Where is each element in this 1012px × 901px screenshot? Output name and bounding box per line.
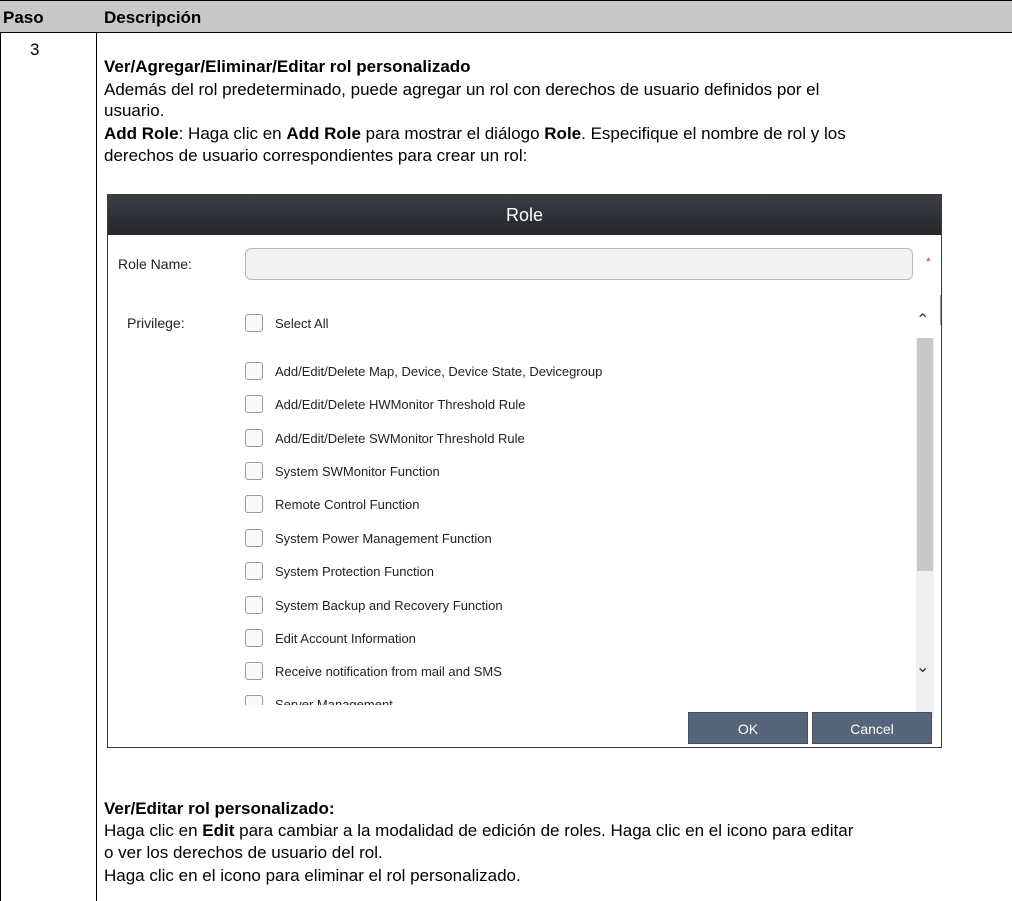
privilege-item[interactable]: Add/Edit/Delete SWMonitor Threshold Rule: [245, 428, 525, 448]
intro-line-1: Además del rol predeterminado, puede agr…: [104, 80, 820, 99]
privilege-item[interactable]: System Backup and Recovery Function: [245, 595, 503, 615]
role-name-label: Role Name:: [118, 256, 192, 272]
privilege-checkbox[interactable]: [245, 662, 263, 680]
privilege-item[interactable]: Add/Edit/Delete HWMonitor Threshold Rule: [245, 394, 526, 414]
chevron-up-icon[interactable]: ⌃: [916, 310, 929, 330]
privilege-item[interactable]: System Power Management Function: [245, 528, 492, 548]
table-column-divider: [96, 0, 97, 901]
chevron-down-icon[interactable]: ⌄: [916, 657, 929, 677]
privilege-item[interactable]: Edit Account Information: [245, 628, 416, 648]
privilege-label-item: System Backup and Recovery Function: [275, 597, 503, 613]
privilege-label-item: System SWMonitor Function: [275, 463, 440, 479]
privilege-checkbox[interactable]: [245, 629, 263, 647]
intro-line-2: usuario.: [104, 101, 165, 120]
privilege-item[interactable]: Remote Control Function: [245, 494, 420, 514]
edit-line-2: o ver los derechos de usuario del rol.: [104, 843, 383, 862]
header-descripcion: Descripción: [104, 8, 202, 27]
cancel-button[interactable]: Cancel: [812, 712, 932, 744]
edit-text-2: para cambiar a la modalidad de edición d…: [234, 821, 854, 840]
privilege-list: Select All Add/Edit/Delete Map, Device, …: [108, 293, 941, 705]
header-paso: Paso: [3, 8, 44, 27]
privilege-item[interactable]: Server Management: [245, 694, 393, 705]
privilege-label-item: Server Management: [275, 696, 393, 706]
privilege-checkbox[interactable]: [245, 596, 263, 614]
step-number: 3: [30, 40, 40, 59]
select-all-checkbox[interactable]: [245, 314, 263, 332]
privilege-item[interactable]: Receive notification from mail and SMS: [245, 661, 502, 681]
privilege-label-item: Remote Control Function: [275, 496, 420, 512]
role-dialog: Role Role Name: * Privilege: Select All …: [107, 194, 942, 748]
add-role-text-2: para mostrar el diálogo: [360, 124, 545, 143]
table-border-left: [0, 0, 1, 901]
privilege-label-item: System Power Management Function: [275, 530, 492, 546]
privilege-label-item: Add/Edit/Delete Map, Device, Device Stat…: [275, 363, 603, 379]
privilege-item[interactable]: System Protection Function: [245, 561, 434, 581]
delete-line: Haga clic en el icono para eliminar el r…: [104, 866, 521, 885]
privilege-checkbox[interactable]: [245, 562, 263, 580]
section-title: Ver/Agregar/Eliminar/Editar rol personal…: [104, 57, 471, 76]
role-name-input[interactable]: [245, 248, 913, 280]
edit-paragraph: Haga clic en Edit para cambiar a la moda…: [104, 821, 853, 841]
add-role-text-3: . Especifique el nombre de rol y los: [581, 124, 846, 143]
privilege-label-item: System Protection Function: [275, 563, 434, 579]
privilege-label-item: Add/Edit/Delete HWMonitor Threshold Rule: [275, 396, 526, 412]
privilege-label-item: Edit Account Information: [275, 630, 416, 646]
privilege-checkbox[interactable]: [245, 362, 263, 380]
table-header: Paso Descripción: [0, 0, 1012, 33]
privilege-checkbox[interactable]: [245, 695, 263, 705]
privilege-checkbox[interactable]: [245, 462, 263, 480]
privilege-checkbox[interactable]: [245, 495, 263, 513]
add-role-paragraph: Add Role: Haga clic en Add Role para mos…: [104, 124, 846, 144]
add-role-button-ref: Add Role: [286, 124, 361, 143]
add-role-text-1: : Haga clic en: [178, 124, 287, 143]
edit-term: Edit: [202, 821, 235, 840]
privilege-item[interactable]: Add/Edit/Delete Map, Device, Device Stat…: [245, 361, 602, 381]
add-role-term: Add Role: [104, 124, 179, 143]
dialog-title: Role: [108, 195, 941, 235]
privilege-label-item: Add/Edit/Delete SWMonitor Threshold Rule: [275, 430, 525, 446]
privilege-checkbox[interactable]: [245, 529, 263, 547]
add-role-line-2: derechos de usuario correspondientes par…: [104, 146, 528, 165]
privilege-item[interactable]: System SWMonitor Function: [245, 461, 440, 481]
scrollbar-thumb[interactable]: [917, 338, 933, 571]
view-edit-title: Ver/Editar rol personalizado:: [104, 799, 335, 818]
privilege-checkbox[interactable]: [245, 395, 263, 413]
privilege-checkbox[interactable]: [245, 429, 263, 447]
select-all-row[interactable]: Select All: [245, 313, 328, 333]
privilege-label-item: Receive notification from mail and SMS: [275, 663, 502, 679]
role-dialog-ref: Role: [544, 124, 582, 143]
select-all-label: Select All: [275, 315, 329, 331]
required-mark: *: [926, 255, 931, 269]
ok-button[interactable]: OK: [688, 712, 808, 744]
edit-text-1: Haga clic en: [104, 821, 203, 840]
procedure-table: Paso Descripción 3 Ver/Agregar/Eliminar/…: [0, 0, 1012, 901]
